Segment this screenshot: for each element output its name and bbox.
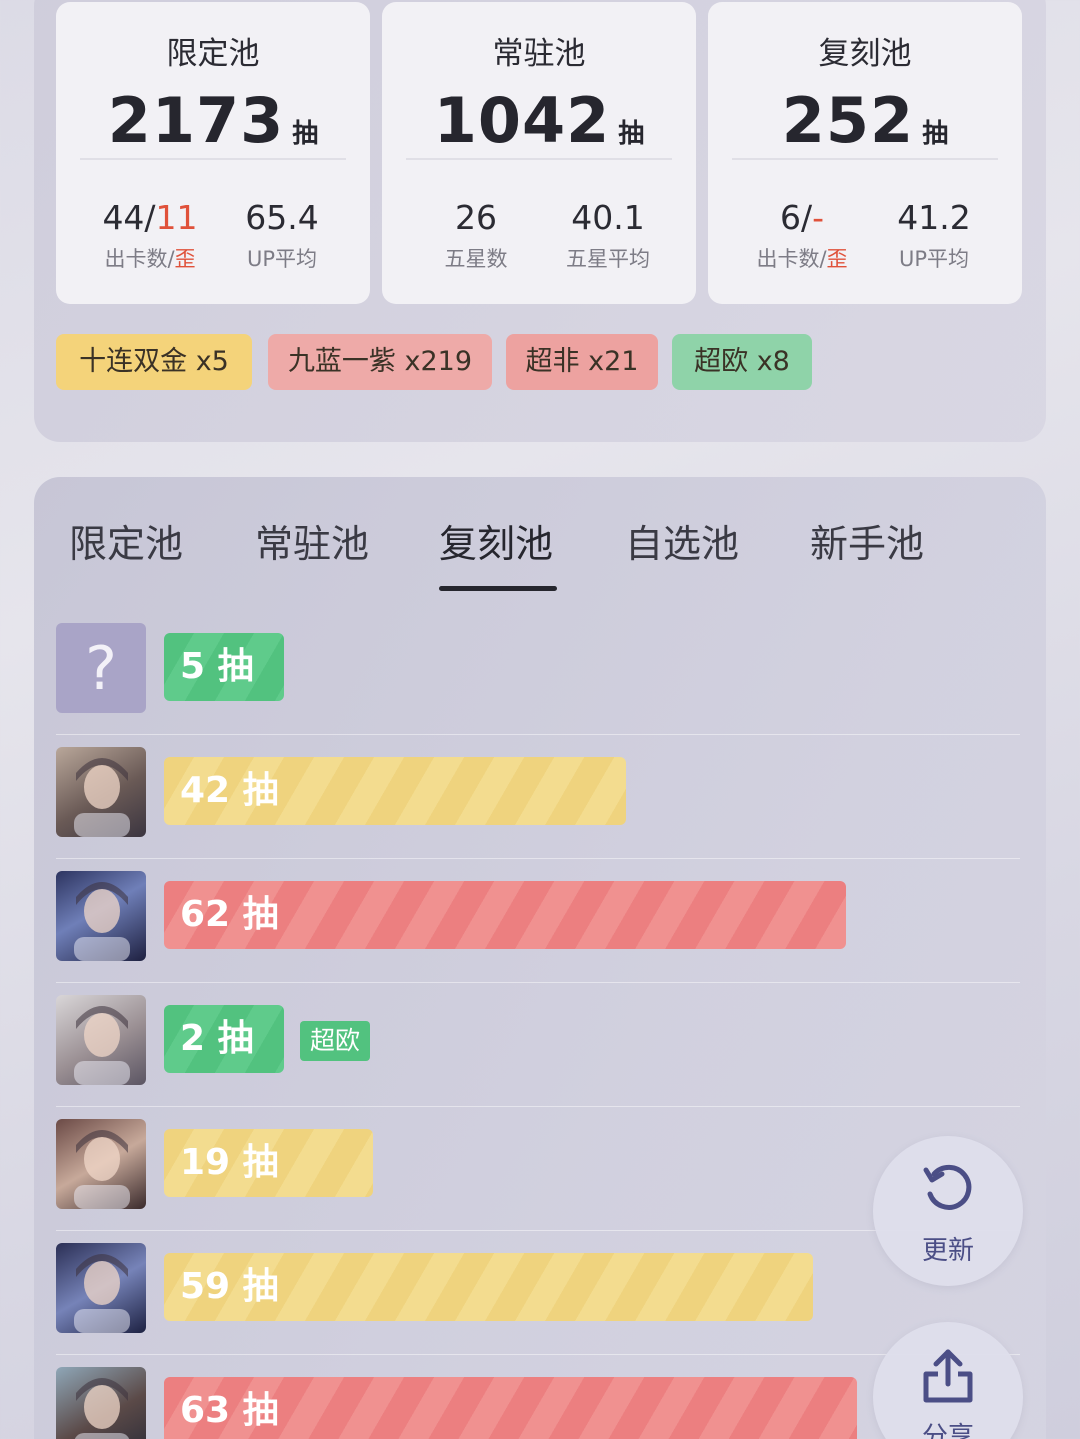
divider (406, 158, 672, 160)
divider (80, 158, 346, 160)
character-avatar (56, 1119, 146, 1209)
pull-count-bar: 5 抽 (164, 633, 284, 701)
pull-count-bar: 2 抽 (164, 1005, 284, 1073)
record-row[interactable]: 42 抽 (56, 735, 1020, 859)
tab-selective[interactable]: 自选池 (625, 513, 739, 568)
tag-nine-blue-one-purple: 九蓝一紫 x219 (268, 334, 492, 390)
tab-limited[interactable]: 限定池 (69, 513, 183, 568)
character-avatar (56, 747, 146, 837)
super-lucky-badge: 超欧 (300, 1021, 371, 1061)
tag-double-gold: 十连双金 x5 (56, 334, 252, 390)
character-avatar (56, 995, 146, 1085)
five-star-count-stat: 26 五星数 (444, 198, 508, 271)
refresh-label: 更新 (921, 1236, 974, 1266)
refresh-button[interactable]: 更新 (873, 1136, 1023, 1286)
pull-history-panel: 限定池 常驻池 复刻池 自选池 新手池 ? 5 抽 42 抽 62 抽 2 抽超欧 19 … (34, 477, 1046, 1439)
total-pulls: 1042 抽 (433, 84, 645, 157)
character-avatar (56, 1243, 146, 1333)
divider (732, 158, 998, 160)
pull-count-bar: 42 抽 (164, 757, 626, 825)
cards-out-stat: 44/11 出卡数/歪 (102, 198, 198, 271)
total-pulls: 252 抽 (781, 84, 949, 157)
svg-text:?: ? (85, 634, 117, 704)
cards-out-stat: 6/- 出卡数/歪 (756, 198, 848, 271)
up-average-stat: 65.4 UP平均 (245, 198, 319, 271)
tab-beginner[interactable]: 新手池 (810, 513, 924, 568)
question-mark-icon: ? (85, 634, 117, 704)
active-tab-indicator (439, 586, 557, 591)
standard-pool-card[interactable]: 常驻池 1042 抽 26 五星数 40.1 五星平均 (382, 2, 696, 304)
tag-super-lucky: 超欧 x8 (672, 334, 812, 390)
refresh-icon (923, 1164, 972, 1210)
record-row[interactable]: 2 抽超欧 (56, 983, 1020, 1107)
total-pulls: 2173 抽 (107, 84, 319, 157)
up-average-stat: 41.2 UP平均 (897, 198, 971, 271)
unknown-character-avatar: ? (56, 623, 146, 713)
card-title: 限定池 (166, 36, 260, 72)
pull-count-bar: 63 抽 (164, 1377, 857, 1439)
record-row[interactable]: 62 抽 (56, 859, 1020, 983)
pull-count-bar: 19 抽 (164, 1129, 373, 1197)
card-title: 常驻池 (492, 36, 586, 72)
tag-super-unlucky: 超非 x21 (506, 334, 658, 390)
pull-count-bar: 59 抽 (164, 1253, 813, 1321)
tab-rerun[interactable]: 复刻池 (439, 513, 553, 568)
tab-standard[interactable]: 常驻池 (255, 513, 369, 568)
share-icon (923, 1349, 973, 1403)
limited-pool-card[interactable]: 限定池 2173 抽 44/11 出卡数/歪 65.4 UP平均 (56, 2, 370, 304)
record-row[interactable]: ? 5 抽 (56, 611, 1020, 735)
card-title: 复刻池 (818, 36, 912, 72)
share-label: 分享 (921, 1422, 974, 1439)
character-avatar (56, 1367, 146, 1439)
summary-panel: 限定池 2173 抽 44/11 出卡数/歪 65.4 UP平均 常驻池 1042… (34, 0, 1046, 442)
rerun-pool-card[interactable]: 复刻池 252 抽 6/- 出卡数/歪 41.2 UP平均 (708, 2, 1022, 304)
five-star-average-stat: 40.1 五星平均 (566, 198, 650, 271)
character-avatar (56, 871, 146, 961)
pull-count-bar: 62 抽 (164, 881, 846, 949)
